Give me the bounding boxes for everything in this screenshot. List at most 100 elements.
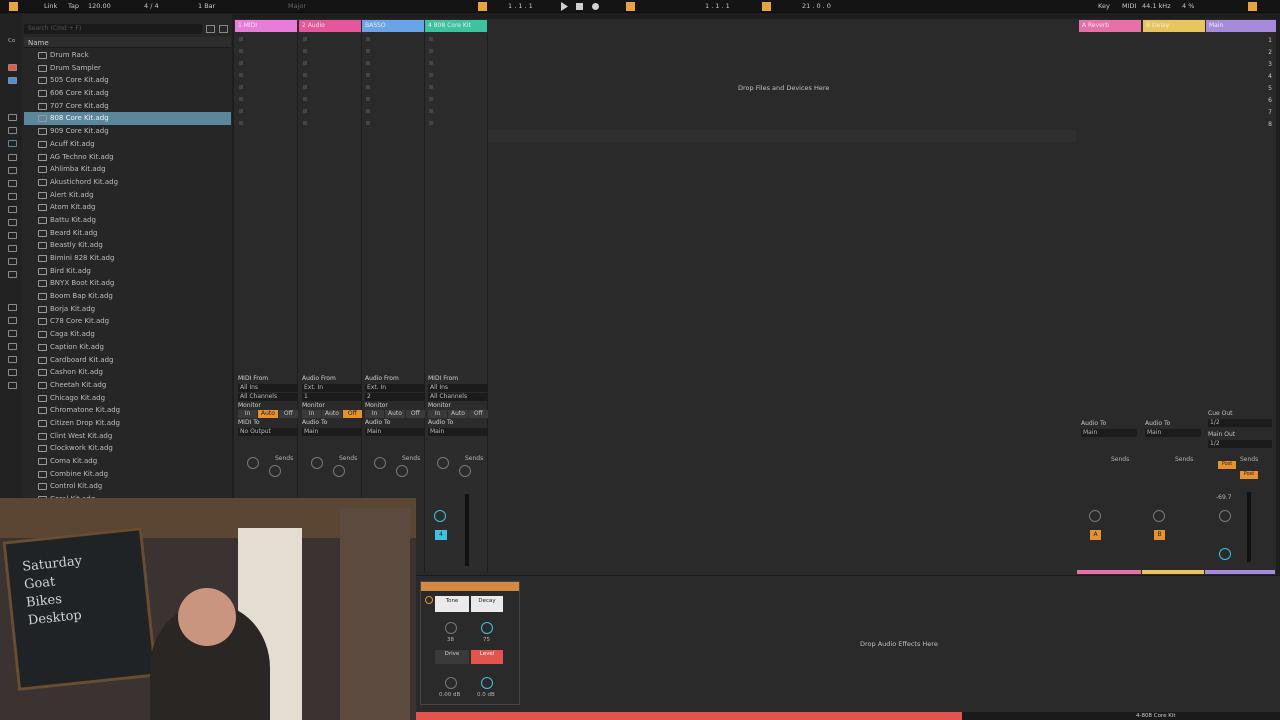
track-pan-knob[interactable]	[434, 510, 446, 522]
input-channel-select[interactable]: All Channels	[238, 393, 298, 401]
key-map-button[interactable]: Key	[1098, 2, 1110, 10]
plugins-icon[interactable]	[8, 219, 17, 226]
scene-launch-button[interactable]: 7	[1238, 107, 1272, 119]
midi-effects-icon[interactable]	[8, 180, 17, 187]
monitor-in-button[interactable]: In	[428, 410, 448, 418]
browser-item[interactable]: Caga Kit.adg	[24, 328, 231, 341]
scene-launch-button[interactable]: 1	[1238, 35, 1272, 47]
browser-item[interactable]: Citizen Drop Kit.adg	[24, 417, 231, 430]
clip-slot-stop-button[interactable]	[239, 37, 243, 41]
send-b-knob[interactable]	[459, 465, 471, 477]
loop-length[interactable]: 21 . 0 . 0	[802, 2, 831, 10]
main-pan-knob[interactable]	[1219, 510, 1231, 522]
send-a-knob[interactable]	[374, 457, 386, 469]
input-channel-select[interactable]: 2	[365, 393, 425, 401]
clip-slot-stop-button[interactable]	[239, 73, 243, 77]
monitor-off-button[interactable]: Off	[468, 410, 488, 418]
link-button[interactable]: Link	[44, 2, 57, 10]
browser-item[interactable]: 808 Core Kit.adg	[24, 112, 231, 126]
input-source-select[interactable]: All Ins	[428, 384, 488, 392]
send-b-knob[interactable]	[333, 465, 345, 477]
time-signature[interactable]: 4 / 4	[144, 2, 159, 10]
browser-item[interactable]: Atom Kit.adg	[24, 201, 231, 214]
clip-slot-stop-button[interactable]	[303, 109, 307, 113]
monitor-in-button[interactable]: In	[238, 410, 258, 418]
view-toggle-icon[interactable]	[1248, 2, 1257, 11]
audio-effects-icon[interactable]	[8, 167, 17, 174]
grooves-icon[interactable]	[8, 258, 17, 265]
browser-item[interactable]: Cashon Kit.adg	[24, 366, 231, 379]
send-a-knob[interactable]	[437, 457, 449, 469]
monitor-auto-button[interactable]: Auto	[385, 410, 405, 418]
track-header[interactable]: BASSO	[362, 20, 424, 32]
browser-item[interactable]: Chicago Kit.adg	[24, 392, 231, 405]
clip-slot-stop-button[interactable]	[303, 49, 307, 53]
browser-item[interactable]: AG Techno Kit.adg	[24, 151, 231, 164]
scene-launch-button[interactable]: 6	[1238, 95, 1272, 107]
monitor-in-button[interactable]: In	[302, 410, 322, 418]
main-volume[interactable]: -69.7	[1216, 494, 1232, 501]
browser-item[interactable]: Clockwork Kit.adg	[24, 442, 231, 455]
arrangement-position[interactable]: 1 . 1 . 1	[508, 2, 533, 10]
view-options-icon[interactable]	[219, 25, 228, 33]
browser-item[interactable]: Clint West Kit.adg	[24, 430, 231, 443]
browser-item[interactable]: Beastly Kit.adg	[24, 239, 231, 252]
browser-item[interactable]: Akustichord Kit.adg	[24, 176, 231, 189]
clip-slot-stop-button[interactable]	[429, 37, 433, 41]
track-activator-button[interactable]: 4	[435, 530, 447, 540]
browser-item[interactable]: 909 Core Kit.adg	[24, 125, 231, 138]
user-library-icon[interactable]	[8, 317, 17, 324]
browser-item[interactable]: Bimini 828 Kit.adg	[24, 252, 231, 265]
clip-slot-stop-button[interactable]	[366, 37, 370, 41]
main-track-header[interactable]: Main	[1206, 20, 1276, 32]
browser-item[interactable]: Caption Kit.adg	[24, 341, 231, 354]
stop-icon[interactable]	[576, 3, 583, 10]
filter-icon[interactable]	[206, 25, 215, 33]
clip-slot-stop-button[interactable]	[239, 121, 243, 125]
browser-item[interactable]: Acuff Kit.adg	[24, 138, 231, 151]
scene-launch-button[interactable]: 8	[1238, 119, 1272, 131]
input-source-select[interactable]: All Ins	[238, 384, 298, 392]
send-b-knob[interactable]	[396, 465, 408, 477]
browser-item[interactable]: 505 Core Kit.adg	[24, 74, 231, 87]
clip-slot-stop-button[interactable]	[303, 121, 307, 125]
input-channel-select[interactable]: All Channels	[428, 393, 488, 401]
send-b-knob[interactable]	[269, 465, 281, 477]
clip-slot-stop-button[interactable]	[366, 61, 370, 65]
browser-item[interactable]: Bird Kit.adg	[24, 265, 231, 278]
scene-launch-button[interactable]: 5	[1238, 83, 1272, 95]
loop-icon[interactable]	[762, 2, 771, 11]
return-track-header[interactable]: A Reverb	[1079, 20, 1141, 32]
quantize-menu[interactable]: 1 Bar	[198, 2, 215, 10]
name-column-header[interactable]: Name	[24, 37, 231, 48]
browser-item[interactable]: Drum Sampler	[24, 62, 231, 75]
clips-icon[interactable]	[8, 232, 17, 239]
clip-slot-stop-button[interactable]	[366, 121, 370, 125]
browser-item[interactable]: Combine Kit.adg	[24, 468, 231, 481]
add-folder-icon[interactable]	[8, 382, 17, 389]
clip-slot-stop-button[interactable]	[303, 85, 307, 89]
browser-search-input[interactable]: Search (Cmd + F)	[24, 24, 202, 34]
input-channel-select[interactable]: 1	[302, 393, 362, 401]
post-button[interactable]: Post	[1218, 461, 1236, 469]
play-icon[interactable]	[560, 2, 569, 11]
output-select[interactable]: No Output	[238, 428, 298, 436]
push-icon[interactable]	[8, 343, 17, 350]
clip-slot-stop-button[interactable]	[429, 85, 433, 89]
tone-knob[interactable]	[445, 622, 457, 634]
collection-icon[interactable]	[8, 77, 17, 84]
scene-launch-button[interactable]: 4	[1238, 71, 1272, 83]
max-for-live-icon[interactable]	[8, 206, 17, 213]
folder-icon[interactable]	[8, 369, 17, 376]
record-icon[interactable]	[592, 3, 599, 10]
main-out-select[interactable]: 1/2	[1208, 440, 1272, 448]
clip-slot-stop-button[interactable]	[239, 49, 243, 53]
clip-slot-stop-button[interactable]	[239, 85, 243, 89]
browser-item[interactable]: Ahlimba Kit.adg	[24, 163, 231, 176]
instruments-icon[interactable]	[8, 154, 17, 161]
output-select[interactable]: Main	[302, 428, 362, 436]
browser-item[interactable]: Beard Kit.adg	[24, 227, 231, 240]
clip-slot-stop-button[interactable]	[303, 37, 307, 41]
clip-slot-stop-button[interactable]	[239, 109, 243, 113]
browser-item[interactable]: BNYX Boot Kit.adg	[24, 277, 231, 290]
